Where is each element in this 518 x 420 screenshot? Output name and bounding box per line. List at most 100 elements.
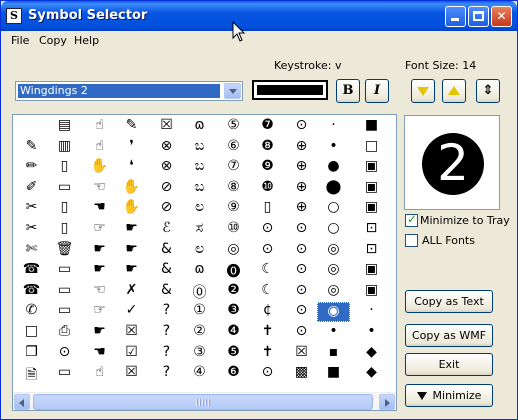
- symbol-cell[interactable]: ⊙: [285, 282, 318, 302]
- text-color-swatch[interactable]: [252, 80, 328, 100]
- symbol-cell[interactable]: ◎: [317, 282, 350, 302]
- symbol-cell[interactable]: ▭: [48, 302, 81, 322]
- symbol-cell[interactable]: &: [150, 241, 183, 261]
- symbol-cell[interactable]: ⬤: [317, 179, 350, 199]
- symbol-cell[interactable]: ❐: [15, 344, 48, 364]
- symbol-cell[interactable]: ☝: [83, 117, 116, 137]
- symbol-cell[interactable]: ☛: [83, 323, 116, 343]
- symbol-cell[interactable]: ❷: [217, 282, 250, 302]
- symbol-cell[interactable]: ✂: [15, 199, 48, 219]
- maximize-window-button[interactable]: [468, 6, 489, 27]
- symbol-cell[interactable]: ?: [150, 364, 183, 384]
- symbol-cell[interactable]: ❾: [251, 158, 284, 178]
- symbol-cell[interactable]: ☒: [115, 323, 148, 343]
- symbol-cell[interactable]: ⊙: [285, 220, 318, 240]
- symbol-cell[interactable]: □: [15, 323, 48, 343]
- symbol-cell[interactable]: &: [150, 261, 183, 281]
- symbol-cell[interactable]: ☜: [83, 179, 116, 199]
- symbol-cell[interactable]: □: [355, 138, 388, 158]
- symbol-cell[interactable]: ☞: [83, 302, 116, 322]
- symbol-cell[interactable]: ☾: [251, 261, 284, 281]
- symbol-cell[interactable]: ✆: [15, 302, 48, 322]
- menu-help[interactable]: Help: [74, 34, 99, 47]
- symbol-cell[interactable]: ☒: [115, 364, 148, 384]
- menu-file[interactable]: File: [11, 34, 29, 47]
- symbol-cell[interactable]: ⑧: [217, 179, 250, 199]
- symbol-cell[interactable]: ?: [150, 302, 183, 322]
- symbol-cell[interactable]: ⑨: [217, 199, 250, 219]
- exit-button[interactable]: Exit: [405, 353, 493, 376]
- symbol-cell[interactable]: 🗑: [48, 241, 81, 261]
- symbol-cell[interactable]: [15, 117, 48, 137]
- symbol-cell[interactable]: •: [355, 323, 388, 343]
- symbol-cell[interactable]: ◉: [317, 302, 350, 323]
- scroll-left-icon[interactable]: [14, 394, 30, 410]
- symbol-cell[interactable]: ⊕: [285, 179, 318, 199]
- symbol-cell[interactable]: ⊡: [355, 220, 388, 240]
- symbol-cell[interactable]: ▯: [48, 220, 81, 240]
- symbol-cell[interactable]: ✋: [115, 179, 148, 199]
- symbol-grid[interactable]: ▤ ☝ ✎ ☒ ɷ ⑤ ❼ ⊙ · ■ ✎ ▥ ☝ ❜ ⊗ ಬ ⑥ ❽ ⊕ • □ ✏ ▯ ✋ ❛ ⊗ ಬ ⑦ ❾ ⊕ ● ▣ ✐ ▭ ☜ ✋ ⊘ ಬ ⑧ ❿…: [13, 115, 396, 391]
- scroll-right-icon[interactable]: [379, 394, 395, 410]
- symbol-cell[interactable]: ⑤: [217, 117, 250, 137]
- symbol-cell[interactable]: ③: [183, 344, 216, 364]
- symbol-cell[interactable]: ⊘: [150, 179, 183, 199]
- symbol-cell[interactable]: •: [317, 138, 350, 158]
- symbol-cell[interactable]: ☾: [251, 282, 284, 302]
- symbol-cell[interactable]: ▣: [355, 158, 388, 178]
- symbol-cell[interactable]: ☎: [15, 282, 48, 302]
- all-fonts-checkbox[interactable]: [405, 234, 418, 247]
- symbol-cell[interactable]: &: [150, 282, 183, 302]
- minimize-to-tray-checkbox[interactable]: [405, 212, 418, 227]
- symbol-cell[interactable]: ✏: [15, 158, 48, 178]
- symbol-cell[interactable]: ☞: [83, 220, 116, 240]
- symbol-cell[interactable]: ❻: [217, 364, 250, 384]
- symbol-cell[interactable]: ⊙: [285, 261, 318, 281]
- fit-size-button[interactable]: ⇕: [476, 79, 500, 103]
- symbol-cell[interactable]: ⓪: [183, 282, 216, 302]
- symbol-cell[interactable]: ಲ: [183, 199, 216, 219]
- symbol-cell[interactable]: ⊙: [285, 302, 318, 322]
- symbol-cell[interactable]: ⎙: [48, 323, 81, 343]
- symbol-cell[interactable]: ✄: [15, 241, 48, 261]
- symbol-cell[interactable]: ■: [317, 364, 350, 384]
- symbol-cell[interactable]: ⊗: [150, 158, 183, 178]
- symbol-cell[interactable]: •: [317, 323, 350, 343]
- symbol-cell[interactable]: ☜: [83, 282, 116, 302]
- symbol-cell[interactable]: ▣: [355, 261, 388, 281]
- symbol-cell[interactable]: ☝: [83, 364, 116, 384]
- symbol-cell[interactable]: ⊕: [285, 199, 318, 219]
- symbol-cell[interactable]: ②: [183, 323, 216, 343]
- symbol-cell[interactable]: ☛: [83, 241, 116, 261]
- symbol-cell[interactable]: ⊙: [285, 241, 318, 261]
- increase-font-size-button[interactable]: [442, 79, 466, 103]
- menu-copy[interactable]: Copy: [39, 34, 67, 47]
- symbol-cell[interactable]: ⊙: [285, 323, 318, 343]
- close-window-button[interactable]: ✕: [491, 6, 512, 27]
- symbol-cell[interactable]: ☚: [83, 344, 116, 364]
- symbol-cell[interactable]: ❼: [251, 117, 284, 137]
- copy-as-text-button[interactable]: Copy as Text: [405, 290, 493, 313]
- symbol-cell[interactable]: ?: [150, 323, 183, 343]
- symbol-cell[interactable]: ✗: [115, 282, 148, 302]
- symbol-cell[interactable]: ✋: [115, 199, 148, 219]
- symbol-cell[interactable]: ④: [183, 364, 216, 384]
- symbol-cell[interactable]: ▪: [317, 344, 350, 364]
- symbol-cell[interactable]: ▥: [48, 138, 81, 158]
- symbol-cell[interactable]: ⊘: [150, 199, 183, 219]
- symbol-cell[interactable]: ❽: [251, 138, 284, 158]
- symbol-cell[interactable]: ✐: [15, 179, 48, 199]
- symbol-cell[interactable]: ಲ: [183, 241, 216, 261]
- symbol-cell[interactable]: ⓿: [217, 261, 250, 281]
- chevron-down-icon[interactable]: [224, 83, 241, 99]
- symbol-cell[interactable]: ▩: [285, 364, 318, 384]
- symbol-cell[interactable]: ❸: [217, 302, 250, 322]
- symbol-cell[interactable]: ✎: [115, 117, 148, 137]
- symbol-cell[interactable]: ✋: [83, 158, 116, 178]
- decrease-font-size-button[interactable]: [411, 79, 435, 103]
- copy-as-wmf-button[interactable]: Copy as WMF: [405, 324, 493, 347]
- symbol-cell[interactable]: ●: [317, 158, 350, 178]
- minimize-window-button[interactable]: [445, 6, 466, 27]
- symbol-cell[interactable]: ಬ: [183, 179, 216, 199]
- symbol-cell[interactable]: ℰ: [150, 220, 183, 240]
